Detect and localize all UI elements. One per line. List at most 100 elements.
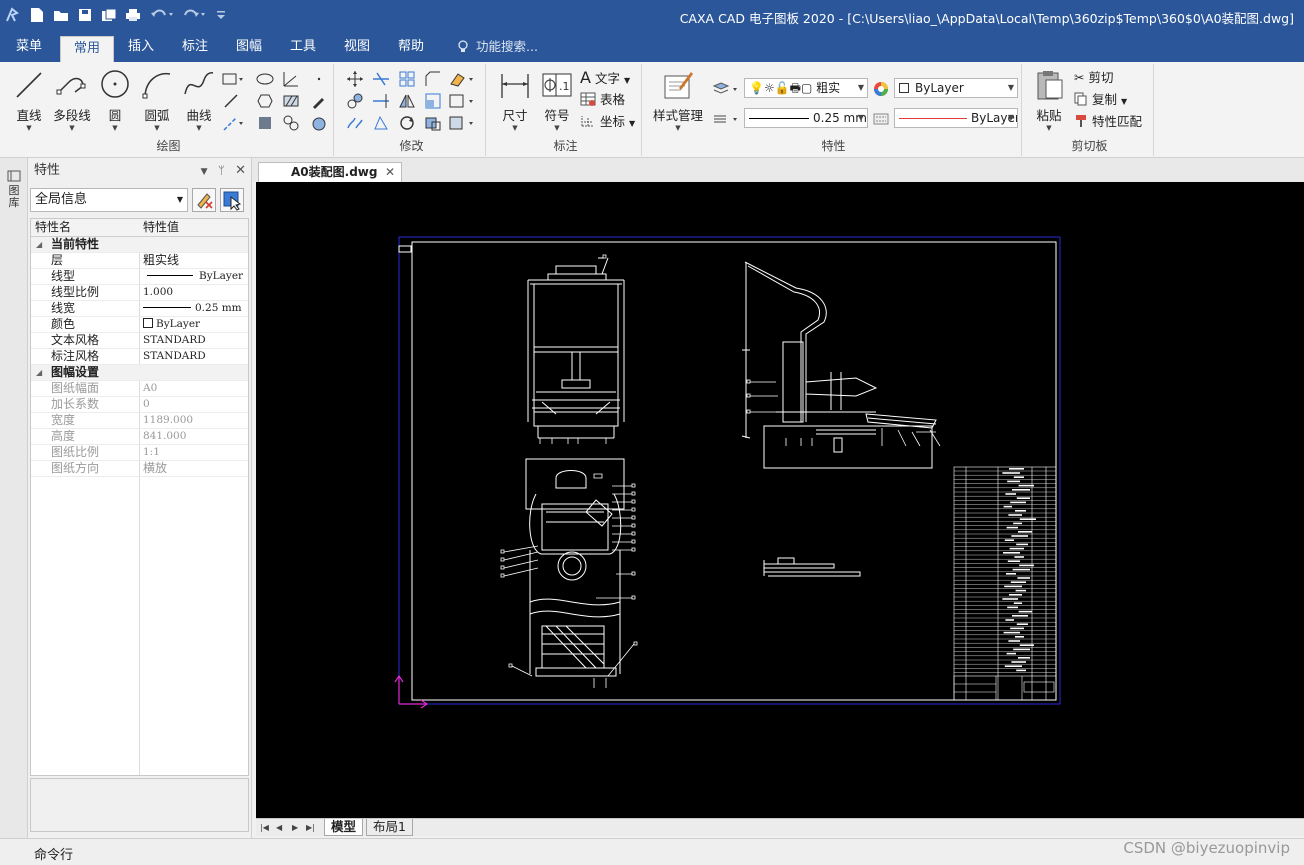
- linewidth-combo[interactable]: 0.25 mm ▼: [744, 108, 868, 128]
- size-dimension-button[interactable]: 尺寸 ▼: [494, 68, 536, 132]
- top-view-drawing: [525, 458, 625, 677]
- app-logo-icon[interactable]: [4, 6, 20, 24]
- paste-button[interactable]: 粘贴 ▼: [1028, 68, 1070, 132]
- chamfer-icon[interactable]: [424, 70, 442, 88]
- circle-button[interactable]: 圆 ▼: [94, 68, 136, 132]
- copy-object-icon[interactable]: [346, 92, 364, 110]
- extend-icon[interactable]: [372, 92, 390, 110]
- collapse-icon[interactable]: ◢: [36, 365, 42, 380]
- ellipse-icon[interactable]: [256, 70, 274, 88]
- prev-layout-icon[interactable]: ◀: [276, 819, 282, 836]
- scale-icon[interactable]: [424, 92, 442, 110]
- menu-main[interactable]: 菜单: [6, 32, 52, 62]
- stretch-icon[interactable]: [448, 92, 476, 110]
- text-button[interactable]: A 文字 ▼: [580, 68, 630, 88]
- section-sheet-settings[interactable]: ◢ 图幅设置: [31, 365, 248, 381]
- last-layout-icon[interactable]: ▶|: [306, 819, 315, 836]
- open-file-icon[interactable]: [52, 6, 70, 24]
- break-icon[interactable]: [346, 114, 364, 132]
- prop-row-linewidth[interactable]: 线宽 0.25 mm: [31, 301, 248, 317]
- menu-tools[interactable]: 工具: [280, 32, 326, 62]
- cut-button[interactable]: ✂ 剪切: [1074, 68, 1113, 88]
- prop-row-linetype[interactable]: 线型 ByLayer: [31, 269, 248, 285]
- color-wheel-icon[interactable]: [872, 80, 890, 98]
- fill-icon[interactable]: [310, 114, 328, 132]
- pen-icon[interactable]: [310, 92, 328, 110]
- customize-icon[interactable]: [216, 6, 226, 24]
- mirror-icon[interactable]: [398, 92, 416, 110]
- prop-row-layer[interactable]: 层 粗实线: [31, 253, 248, 269]
- menu-insert[interactable]: 插入: [118, 32, 164, 62]
- collapse-icon[interactable]: ◢: [36, 237, 42, 252]
- pin-icon[interactable]: ᛘ: [218, 164, 225, 177]
- point-icon[interactable]: [310, 70, 328, 88]
- centerline-icon[interactable]: [222, 114, 244, 132]
- cloud-icon[interactable]: [282, 114, 300, 132]
- edit-icon[interactable]: [448, 114, 476, 132]
- tab-model[interactable]: 模型: [324, 819, 364, 836]
- new-file-icon[interactable]: [28, 6, 46, 24]
- panel-dropdown-icon[interactable]: ▼: [201, 167, 208, 177]
- menu-view[interactable]: 视图: [334, 32, 380, 62]
- next-layout-icon[interactable]: ▶: [292, 819, 298, 836]
- coordinate-button[interactable]: 坐标 ▼: [580, 112, 635, 132]
- command-line[interactable]: 命令行 CSDN @biyezuopinvip: [0, 838, 1304, 865]
- explode-icon[interactable]: [424, 114, 442, 132]
- arc-button[interactable]: 圆弧 ▼: [136, 68, 178, 132]
- prop-row-linetype-scale[interactable]: 线型比例 1.000: [31, 285, 248, 301]
- menu-annotate[interactable]: 标注: [172, 32, 218, 62]
- save-icon[interactable]: [76, 6, 94, 24]
- line-icon: [16, 72, 42, 98]
- redo-icon[interactable]: [182, 6, 206, 24]
- menu-sheet[interactable]: 图幅: [226, 32, 272, 62]
- linetype-icon[interactable]: [872, 110, 890, 128]
- linetype-combo[interactable]: ByLayer ▼: [894, 108, 1018, 128]
- menu-common[interactable]: 常用: [60, 36, 114, 62]
- offset-icon[interactable]: [372, 114, 390, 132]
- polyline-button[interactable]: 多段线 ▼: [50, 68, 94, 132]
- document-tab[interactable]: A0装配图.dwg ✕: [258, 162, 402, 182]
- table-button[interactable]: 表格: [580, 90, 625, 110]
- color-combo[interactable]: ByLayer ▼: [894, 78, 1018, 98]
- drawing-canvas[interactable]: [256, 182, 1304, 818]
- array-icon[interactable]: [398, 70, 416, 88]
- rotate-icon[interactable]: [398, 114, 416, 132]
- curve-button[interactable]: 曲线 ▼: [178, 68, 220, 132]
- angle-line-icon[interactable]: [282, 70, 300, 88]
- menu-help[interactable]: 帮助: [388, 32, 434, 62]
- layer-combo[interactable]: 💡☼🔓🖶▢ 粗实 ▼: [744, 78, 868, 98]
- prop-row-color[interactable]: 颜色 ByLayer: [31, 317, 248, 333]
- first-layout-icon[interactable]: |◀: [260, 819, 269, 836]
- block-icon[interactable]: [256, 114, 274, 132]
- parallel-line-icon[interactable]: [222, 92, 240, 110]
- prop-row-text-style[interactable]: 文本风格 STANDARD: [31, 333, 248, 349]
- library-tab[interactable]: 图库: [7, 170, 21, 209]
- copy-button[interactable]: 复制 ▼: [1074, 90, 1127, 110]
- line-button[interactable]: 直线 ▼: [8, 68, 50, 132]
- save-all-icon[interactable]: [100, 6, 118, 24]
- drawing-view[interactable]: [256, 182, 1304, 818]
- select-objects-button[interactable]: [220, 188, 244, 212]
- undo-icon[interactable]: [150, 6, 174, 24]
- feature-search[interactable]: 功能搜索...: [458, 32, 538, 62]
- section-current-properties[interactable]: ◢ 当前特性: [31, 237, 248, 253]
- layer-manager-icon[interactable]: [712, 80, 740, 98]
- polygon-icon[interactable]: [256, 92, 274, 110]
- symbol-button[interactable]: .1 符号 ▼: [536, 68, 578, 132]
- linewidth-icon[interactable]: [712, 110, 740, 128]
- eraser-icon[interactable]: [448, 70, 476, 88]
- close-tab-icon[interactable]: ✕: [385, 163, 395, 182]
- close-icon[interactable]: ✕: [235, 163, 246, 178]
- select-cursor-icon: [223, 191, 242, 211]
- trim-icon[interactable]: [372, 70, 390, 88]
- style-manager-button[interactable]: 样式管理 ▼: [648, 68, 708, 132]
- print-icon[interactable]: [124, 6, 142, 24]
- rectangle-icon[interactable]: [222, 70, 244, 88]
- quick-select-button[interactable]: [192, 188, 216, 212]
- move-icon[interactable]: [346, 70, 364, 88]
- prop-row-dim-style[interactable]: 标注风格 STANDARD: [31, 349, 248, 365]
- scope-select[interactable]: 全局信息 ▼: [30, 188, 188, 212]
- hatch-icon[interactable]: [282, 92, 300, 110]
- tab-layout1[interactable]: 布局1: [366, 819, 413, 836]
- match-properties-button[interactable]: 特性匹配: [1074, 112, 1142, 132]
